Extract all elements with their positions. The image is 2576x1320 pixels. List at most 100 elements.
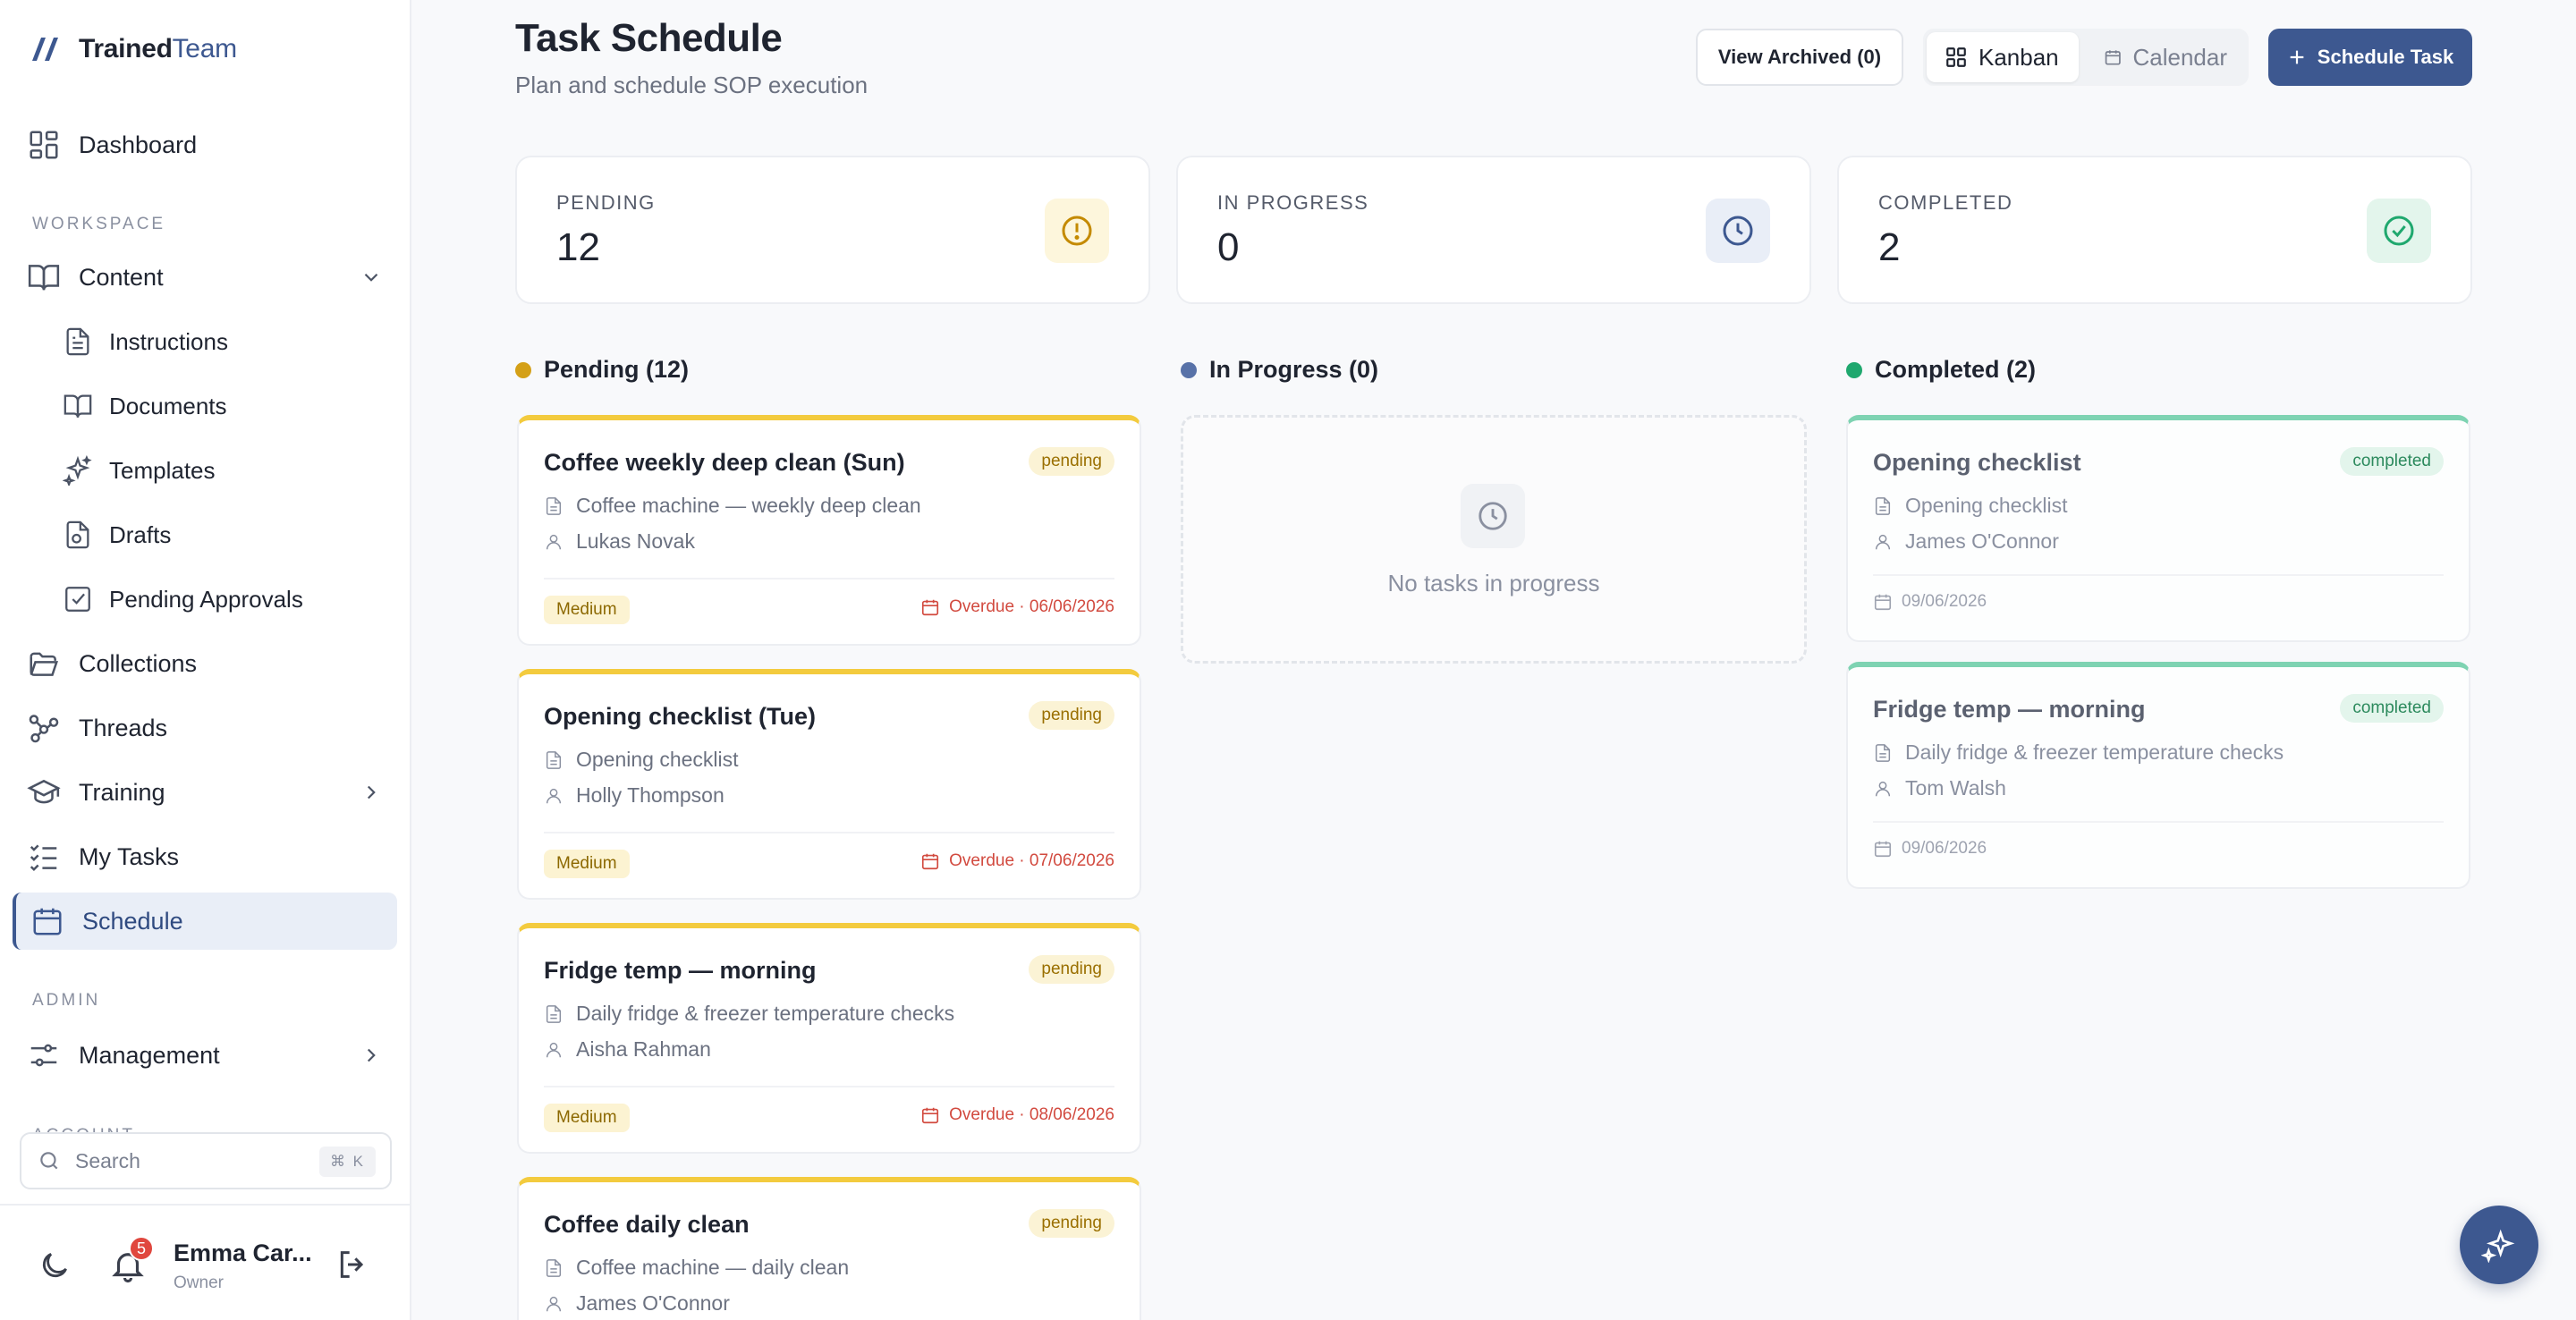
in-progress-empty-state: No tasks in progress: [1181, 415, 1807, 664]
page-subtitle: Plan and schedule SOP execution: [515, 72, 869, 98]
sidebar-item-documents[interactable]: Documents: [13, 377, 397, 435]
task-sop: Opening checklist: [1873, 494, 2068, 518]
user-icon: [546, 534, 562, 549]
empty-state-icon: [1461, 484, 1525, 548]
file-text-icon: [66, 327, 89, 356]
completed-date: 09/06/2026: [1873, 592, 1987, 612]
sliders-icon: [30, 1044, 57, 1067]
calendar-view-button[interactable]: Calendar: [2086, 32, 2245, 82]
task-title: Fridge temp — morning: [544, 957, 817, 984]
file-text-icon: [546, 1258, 562, 1277]
stat-icon-completed: [2367, 199, 2431, 263]
graduation-cap-icon: [27, 779, 61, 804]
task-assignee: Holly Thompson: [544, 783, 724, 808]
schedule-task-label: Schedule Task: [2317, 46, 2454, 68]
task-sop: Daily fridge & freezer temperature check…: [1873, 740, 2284, 765]
sidebar-item-pending-approvals[interactable]: Pending Approvals: [13, 571, 397, 628]
file-text-icon: [1875, 496, 1891, 515]
status-badge: completed: [2340, 694, 2444, 723]
sidebar-item-dashboard[interactable]: Dashboard: [13, 116, 397, 173]
ai-assistant-button[interactable]: [2460, 1206, 2538, 1284]
stat-label: COMPLETED: [1878, 191, 2013, 214]
completed-date: 09/06/2026: [1873, 839, 1987, 859]
task-card[interactable]: Fridge temp — morning pending Daily frid…: [517, 923, 1141, 1154]
sidebar-item-collections[interactable]: Collections: [13, 635, 397, 692]
sparkles-icon: [63, 455, 92, 486]
sidebar-item-schedule[interactable]: Schedule: [13, 893, 397, 950]
sidebar-item-label: Schedule: [82, 907, 183, 935]
task-card[interactable]: Opening checklist (Tue) pending Opening …: [517, 669, 1141, 900]
divider: [1873, 574, 2444, 576]
sidebar-item-instructions[interactable]: Instructions: [13, 313, 397, 370]
file-text-icon: [546, 750, 562, 769]
sparkles-icon: [2481, 1229, 2515, 1263]
user-icon: [1875, 534, 1891, 549]
user-name[interactable]: Emma Car...: [174, 1240, 312, 1267]
view-archived-button[interactable]: View Archived (0): [1696, 29, 1903, 86]
logo-icon: [32, 38, 58, 61]
stat-icon-pending: [1045, 199, 1109, 263]
sidebar-item-templates[interactable]: Templates: [13, 442, 397, 499]
section-label-workspace: WORKSPACE: [32, 215, 166, 233]
sidebar-item-label: My Tasks: [79, 842, 180, 870]
column-title: Completed (2): [1875, 356, 2037, 383]
stat-label: PENDING: [556, 191, 656, 214]
stat-icon-in-progress: [1706, 199, 1770, 263]
list-checks-icon: [30, 844, 57, 872]
stat-card-pending: PENDING 12: [515, 156, 1150, 304]
stat-label: IN PROGRESS: [1217, 191, 1369, 214]
sidebar-search[interactable]: Search ⌘ K: [20, 1132, 392, 1189]
grid-icon: [1946, 47, 1966, 67]
file-text-icon: [546, 496, 562, 515]
stat-value: 0: [1217, 225, 1240, 269]
kanban-label: Kanban: [1979, 43, 2059, 71]
sidebar-item-drafts[interactable]: Drafts: [13, 506, 397, 563]
column-header-completed: Completed (2): [1846, 356, 2036, 384]
page-title: Task Schedule: [515, 16, 783, 60]
schedule-task-button[interactable]: Schedule Task: [2268, 29, 2472, 86]
chevron-right-icon[interactable]: [360, 1044, 383, 1067]
task-card[interactable]: Coffee weekly deep clean (Sun) pending C…: [517, 415, 1141, 646]
task-card[interactable]: Fridge temp — morning completed Daily fr…: [1846, 662, 2470, 889]
calendar-icon: [1874, 841, 1892, 858]
alert-circle-icon: [1062, 216, 1092, 246]
chevron-down-icon[interactable]: [360, 266, 383, 289]
task-title: Coffee daily clean: [544, 1211, 750, 1238]
sidebar-item-management[interactable]: Management: [13, 1027, 397, 1084]
priority-badge: Medium: [544, 596, 630, 624]
calendar-icon: [33, 908, 62, 935]
column-header-pending: Pending (12): [515, 356, 689, 384]
stat-value: 12: [556, 225, 600, 269]
status-dot: [515, 361, 531, 378]
moon-icon[interactable]: [38, 1248, 72, 1282]
status-badge: pending: [1029, 1209, 1114, 1238]
sidebar-item-threads[interactable]: Threads: [13, 699, 397, 757]
sidebar-item-label: Content: [79, 263, 164, 291]
task-sop: Coffee machine — weekly deep clean: [544, 494, 921, 518]
view-toggle: Kanban Calendar: [1923, 29, 2249, 86]
notification-badge: 5: [129, 1236, 154, 1261]
calendar-label: Calendar: [2132, 43, 2227, 71]
logout-icon[interactable]: [335, 1247, 370, 1282]
chevron-right-icon[interactable]: [360, 781, 383, 804]
task-assignee: James O'Connor: [1873, 529, 2059, 554]
kanban-view-button[interactable]: Kanban: [1927, 32, 2079, 82]
stat-card-completed: COMPLETED 2: [1837, 156, 2472, 304]
sidebar-item-label: Pending Approvals: [109, 585, 303, 613]
task-card[interactable]: Opening checklist completed Opening chec…: [1846, 415, 2470, 642]
sidebar-item-training[interactable]: Training: [13, 764, 397, 821]
task-card[interactable]: Coffee daily clean pending Coffee machin…: [517, 1177, 1141, 1320]
plus-icon: [2290, 50, 2304, 64]
book-open-icon: [28, 265, 60, 291]
calendar-icon: [2105, 50, 2121, 65]
sidebar-item-content[interactable]: Content: [13, 249, 397, 306]
file-text-icon: [546, 1004, 562, 1023]
sidebar-item-my-tasks[interactable]: My Tasks: [13, 828, 397, 885]
search-placeholder: Search: [75, 1148, 140, 1172]
status-dot: [1846, 361, 1862, 378]
task-sop: Coffee machine — daily clean: [544, 1256, 849, 1280]
user-icon: [546, 788, 562, 803]
app-logo[interactable]: TrainedTeam: [29, 34, 237, 64]
sidebar-item-label: Collections: [79, 649, 198, 677]
search-shortcut: ⌘ K: [318, 1147, 376, 1177]
